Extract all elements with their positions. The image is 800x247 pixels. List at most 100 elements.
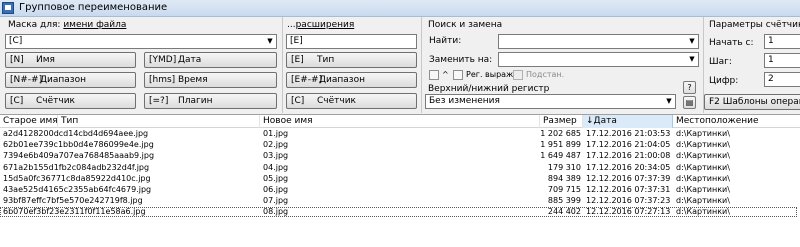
- start-input[interactable]: 1: [764, 34, 800, 49]
- table-row[interactable]: 7394e6b409a707ea768485aaab9.jpg 03.jpg 1 6…: [0, 151, 800, 161]
- cell-old: 43ae525d4165c2355ab64fc4679.jpg: [3, 185, 152, 194]
- extension-panel: ...расширения [E] [E] Тип [E#-#] Диапазо…: [283, 17, 419, 113]
- mask-button-key: [N#-#]: [10, 75, 43, 85]
- cell-size: 885 399: [547, 196, 581, 206]
- case-label: Верхний/нижний регистр: [428, 84, 550, 94]
- mask-label-prefix: Маска для:: [8, 20, 64, 30]
- cell-size: 244 402: [547, 207, 581, 217]
- step-input[interactable]: 1: [764, 53, 800, 68]
- cell-size: 179 310: [547, 162, 581, 172]
- cell-loc: d:\Картинки\: [676, 140, 730, 150]
- cell-date: 12.12.2016 07:37:23: [586, 196, 671, 206]
- mask-button-label: Время: [178, 75, 208, 85]
- column-type[interactable]: Тип: [58, 115, 260, 128]
- cell-old: 93bf87effc7bf5e570e242719f8.jpg: [3, 196, 143, 206]
- column-new-name[interactable]: Новое имя: [260, 115, 540, 128]
- table-row[interactable]: a2d4128200dcd14cbd4d694aee.jpg 01.jpg 1 20…: [0, 129, 800, 139]
- cell-loc: d:\Картинки\: [676, 173, 730, 183]
- mask-button-key: [N]: [10, 55, 24, 65]
- replace-input[interactable]: ▼: [498, 52, 699, 67]
- cell-new: 05.jpg: [263, 173, 289, 183]
- cell-size: 894 389: [547, 173, 581, 183]
- mask-button-range[interactable]: [N#-#] Диапазон: [5, 72, 136, 88]
- cell-loc: d:\Картинки\: [676, 151, 730, 161]
- cell-date: 17.12.2016 21:03:53: [586, 129, 671, 138]
- extension-button-label: Тип: [317, 55, 335, 65]
- find-dropdown-arrow-icon[interactable]: ▼: [687, 36, 697, 47]
- extension-input-value: [E]: [290, 36, 303, 46]
- table-row[interactable]: 15d5a0fc36771c8da85922d410c.jpg 05.jpg 894…: [0, 174, 800, 184]
- mask-button-time[interactable]: [hms] Время: [144, 72, 277, 88]
- cell-old: 671a2b155d1fb2c084adb232d4f.jpg: [3, 162, 150, 172]
- mask-button-key: [=?]: [149, 96, 169, 106]
- mask-label-main: имени файла: [63, 20, 127, 30]
- cell-new: 07.jpg: [263, 196, 289, 206]
- digits-select-value: 2: [768, 74, 774, 84]
- table-row[interactable]: 62b01ee739c1bb0d4e786099e4e.jpg 02.jpg 1 9…: [0, 140, 800, 150]
- mask-button-label: Дата: [178, 55, 202, 65]
- start-input-value: 1: [768, 36, 774, 46]
- cell-new: 02.jpg: [263, 140, 289, 150]
- templates-button-label: F2 Шаблоны операций: [709, 97, 800, 107]
- mask-button-key: [hms]: [149, 75, 176, 85]
- mask-button-counter[interactable]: [C] Счётчик: [5, 93, 136, 109]
- regex-checkbox[interactable]: [453, 70, 463, 80]
- case-dropdown-arrow-icon[interactable]: ▼: [664, 96, 674, 107]
- window-title: Групповое переименование: [19, 2, 168, 13]
- cell-old: 7394e6b409a707ea768485aaab9.jpg: [3, 151, 155, 161]
- mask-dropdown-arrow-icon[interactable]: ▼: [265, 36, 275, 47]
- mask-button-plugin[interactable]: [=?] Плагин: [144, 93, 277, 109]
- subst-checkbox[interactable]: [513, 70, 523, 80]
- extension-button-type[interactable]: [E] Тип: [286, 52, 417, 68]
- extension-button-label: Диапазон: [319, 75, 365, 85]
- mask-button-date[interactable]: [YMD] Дата: [144, 52, 277, 68]
- table-row[interactable]: 43ae525d4165c2355ab64fc4679.jpg 06.jpg 709…: [0, 185, 800, 195]
- column-date[interactable]: ↓Дата: [583, 115, 673, 128]
- cell-new: 06.jpg: [263, 185, 289, 194]
- mask-panel: Маска для: имени файла [C] ▼ [N] Имя [YM…: [0, 17, 282, 113]
- cell-date: 17.12.2016 21:04:05: [586, 140, 671, 150]
- cell-date: 12.12.2016 07:27:13: [586, 207, 671, 217]
- cell-date: 12.12.2016 07:37:31: [586, 185, 671, 194]
- app-icon: [2, 2, 14, 14]
- column-date-label: Дата: [593, 116, 617, 126]
- cell-new: 03.jpg: [263, 151, 289, 161]
- extension-button-range[interactable]: [E#-#] Диапазон: [286, 72, 417, 88]
- help-button[interactable]: ?: [683, 81, 696, 94]
- case-select-value: Без изменения: [429, 96, 500, 106]
- mask-button-label: Плагин: [178, 96, 213, 106]
- case-select[interactable]: Без изменения ▼: [425, 94, 676, 109]
- digits-label: Цифр:: [709, 76, 739, 86]
- replace-label: Заменить на:: [429, 55, 493, 65]
- extension-button-key: [E]: [291, 55, 304, 65]
- cell-loc: d:\Картинки\: [676, 162, 730, 172]
- step-input-value: 1: [768, 55, 774, 65]
- file-list[interactable]: Старое имя Тип Новое имя Размер ↓Дата Ме…: [0, 114, 800, 247]
- templates-button[interactable]: F2 Шаблоны операций: [704, 94, 800, 110]
- extension-input[interactable]: [E]: [286, 34, 417, 49]
- extension-button-counter[interactable]: [C] Счётчик: [286, 93, 417, 109]
- find-input[interactable]: ▼: [498, 34, 699, 49]
- step-label: Шаг:: [709, 57, 732, 67]
- mask-button-name[interactable]: [N] Имя: [5, 52, 136, 68]
- column-old-name[interactable]: Старое имя: [0, 115, 58, 128]
- column-size[interactable]: Размер: [540, 115, 583, 128]
- cell-new: 08.jpg: [263, 207, 289, 217]
- table-row[interactable]: 671a2b155d1fb2c084adb232d4f.jpg 04.jpg 179…: [0, 163, 800, 173]
- column-location[interactable]: Местоположение: [673, 115, 800, 128]
- caret-checkbox[interactable]: [429, 70, 439, 80]
- mask-input[interactable]: [C] ▼: [5, 34, 277, 49]
- cell-old: 6b070ef3bf23e2311f0f11e58a6.jpg: [3, 207, 146, 217]
- mask-button-key: [C]: [10, 96, 24, 106]
- table-row[interactable]: 6b070ef3bf23e2311f0f11e58a6.jpg 08.jpg 244…: [0, 207, 797, 218]
- cell-size: 1 202 685: [540, 129, 581, 138]
- clipboard-icon[interactable]: ▤: [683, 96, 696, 109]
- replace-dropdown-arrow-icon[interactable]: ▼: [687, 54, 697, 65]
- digits-select[interactable]: 2: [764, 72, 800, 87]
- mask-button-label: Диапазон: [40, 75, 86, 85]
- extension-button-key: [C]: [291, 96, 305, 106]
- table-row[interactable]: 93bf87effc7bf5e570e242719f8.jpg 07.jpg 885…: [0, 196, 800, 206]
- cell-loc: d:\Картинки\: [676, 207, 730, 217]
- extension-label-main: расширения: [295, 20, 355, 30]
- caret-checkbox-label: ^: [442, 70, 449, 79]
